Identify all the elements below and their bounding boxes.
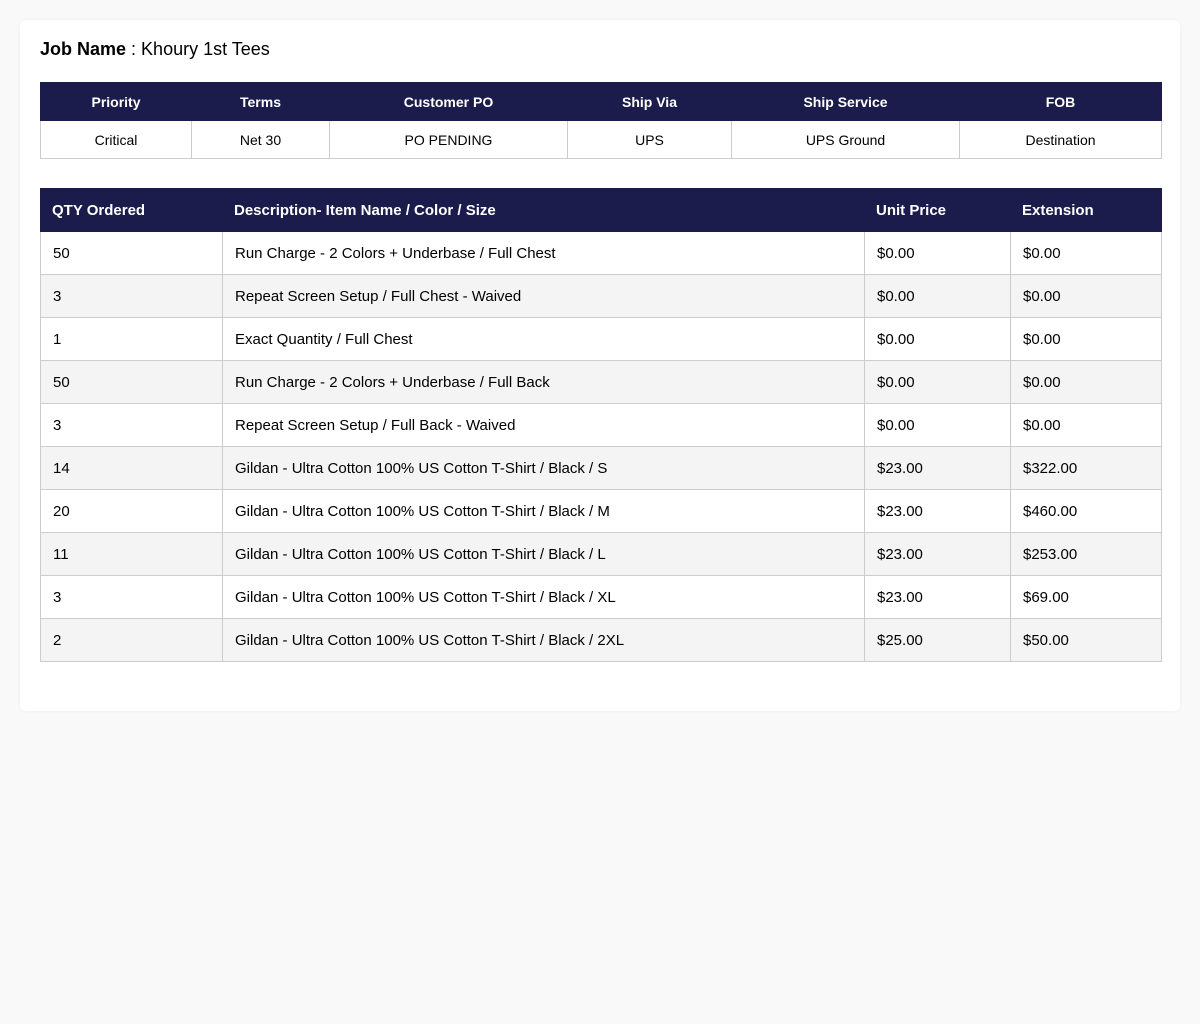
unit-price-cell: $0.00 xyxy=(864,274,1011,318)
header-ship-service: Ship Service xyxy=(731,82,960,121)
table-row: 2 Gildan - Ultra Cotton 100% US Cotton T… xyxy=(40,618,1162,662)
extension-cell: $0.00 xyxy=(1010,317,1162,361)
qty-cell: 3 xyxy=(40,575,223,619)
extension-cell: $0.00 xyxy=(1010,231,1162,275)
unit-price-cell: $23.00 xyxy=(864,575,1011,619)
description-cell: Exact Quantity / Full Chest xyxy=(222,317,865,361)
qty-cell: 50 xyxy=(40,360,223,404)
qty-cell: 1 xyxy=(40,317,223,361)
extension-cell: $50.00 xyxy=(1010,618,1162,662)
header-description: Description- Item Name / Color / Size xyxy=(222,188,865,232)
description-cell: Run Charge - 2 Colors + Underbase / Full… xyxy=(222,360,865,404)
info-header-row: Priority Terms Customer PO Ship Via Ship… xyxy=(40,82,1162,121)
unit-price-cell: $0.00 xyxy=(864,317,1011,361)
description-cell: Run Charge - 2 Colors + Underbase / Full… xyxy=(222,231,865,275)
qty-cell: 14 xyxy=(40,446,223,490)
description-cell: Gildan - Ultra Cotton 100% US Cotton T-S… xyxy=(222,489,865,533)
table-row: 3 Gildan - Ultra Cotton 100% US Cotton T… xyxy=(40,575,1162,619)
table-row: 14 Gildan - Ultra Cotton 100% US Cotton … xyxy=(40,446,1162,490)
table-row: 50 Run Charge - 2 Colors + Underbase / F… xyxy=(40,231,1162,275)
extension-cell: $460.00 xyxy=(1010,489,1162,533)
unit-price-cell: $23.00 xyxy=(864,532,1011,576)
header-terms: Terms xyxy=(191,82,330,121)
description-cell: Repeat Screen Setup / Full Chest - Waive… xyxy=(222,274,865,318)
info-value-row: Critical Net 30 PO PENDING UPS UPS Groun… xyxy=(40,120,1162,159)
qty-cell: 3 xyxy=(40,274,223,318)
unit-price-cell: $0.00 xyxy=(864,403,1011,447)
job-name-line: Job Name : Khoury 1st Tees xyxy=(40,38,270,60)
line-items-table: QTY Ordered Description- Item Name / Col… xyxy=(40,188,1162,662)
order-card: Job Name : Khoury 1st Tees Priority Term… xyxy=(20,20,1180,711)
table-row: 20 Gildan - Ultra Cotton 100% US Cotton … xyxy=(40,489,1162,533)
order-info-table: Priority Terms Customer PO Ship Via Ship… xyxy=(40,82,1162,159)
extension-cell: $322.00 xyxy=(1010,446,1162,490)
qty-cell: 50 xyxy=(40,231,223,275)
table-row: 50 Run Charge - 2 Colors + Underbase / F… xyxy=(40,360,1162,404)
qty-cell: 3 xyxy=(40,403,223,447)
qty-cell: 11 xyxy=(40,532,223,576)
header-unit-price: Unit Price xyxy=(864,188,1011,232)
header-extension: Extension xyxy=(1010,188,1162,232)
header-customer-po: Customer PO xyxy=(329,82,568,121)
header-qty-ordered: QTY Ordered xyxy=(40,188,223,232)
extension-cell: $253.00 xyxy=(1010,532,1162,576)
header-priority: Priority xyxy=(40,82,192,121)
unit-price-cell: $23.00 xyxy=(864,489,1011,533)
description-cell: Gildan - Ultra Cotton 100% US Cotton T-S… xyxy=(222,575,865,619)
unit-price-cell: $0.00 xyxy=(864,360,1011,404)
unit-price-cell: $23.00 xyxy=(864,446,1011,490)
table-row: 1 Exact Quantity / Full Chest $0.00 $0.0… xyxy=(40,317,1162,361)
header-fob: FOB xyxy=(959,82,1162,121)
unit-price-cell: $25.00 xyxy=(864,618,1011,662)
value-customer-po: PO PENDING xyxy=(329,120,568,159)
items-header-row: QTY Ordered Description- Item Name / Col… xyxy=(40,188,1162,232)
value-ship-via: UPS xyxy=(567,120,732,159)
table-row: 3 Repeat Screen Setup / Full Chest - Wai… xyxy=(40,274,1162,318)
header-ship-via: Ship Via xyxy=(567,82,732,121)
value-ship-service: UPS Ground xyxy=(731,120,960,159)
table-row: 11 Gildan - Ultra Cotton 100% US Cotton … xyxy=(40,532,1162,576)
value-fob: Destination xyxy=(959,120,1162,159)
value-terms: Net 30 xyxy=(191,120,330,159)
qty-cell: 20 xyxy=(40,489,223,533)
extension-cell: $0.00 xyxy=(1010,360,1162,404)
extension-cell: $0.00 xyxy=(1010,403,1162,447)
job-name-separator: : xyxy=(126,39,142,59)
unit-price-cell: $0.00 xyxy=(864,231,1011,275)
job-name-label: Job Name xyxy=(40,39,127,59)
description-cell: Gildan - Ultra Cotton 100% US Cotton T-S… xyxy=(222,446,865,490)
description-cell: Repeat Screen Setup / Full Back - Waived xyxy=(222,403,865,447)
table-row: 3 Repeat Screen Setup / Full Back - Waiv… xyxy=(40,403,1162,447)
description-cell: Gildan - Ultra Cotton 100% US Cotton T-S… xyxy=(222,618,865,662)
extension-cell: $69.00 xyxy=(1010,575,1162,619)
extension-cell: $0.00 xyxy=(1010,274,1162,318)
qty-cell: 2 xyxy=(40,618,223,662)
value-priority: Critical xyxy=(40,120,192,159)
description-cell: Gildan - Ultra Cotton 100% US Cotton T-S… xyxy=(222,532,865,576)
job-name-value: Khoury 1st Tees xyxy=(141,39,270,59)
